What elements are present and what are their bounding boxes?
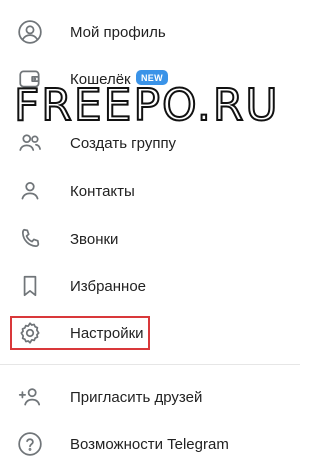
wallet-icon xyxy=(16,65,44,93)
menu-divider xyxy=(0,364,300,365)
phone-icon xyxy=(16,225,44,253)
menu-item-telegram-features[interactable]: Возможности Telegram xyxy=(0,422,300,466)
menu-item-label: Кошелёк xyxy=(70,70,131,88)
bookmark-icon xyxy=(16,272,44,300)
menu-item-invite-friends[interactable]: Пригласить друзей xyxy=(0,375,300,419)
side-menu: Мой профиль Кошелёк NEW Создать группу К… xyxy=(0,0,300,471)
new-badge: NEW xyxy=(136,70,168,85)
menu-item-contacts[interactable]: Контакты xyxy=(0,169,300,213)
menu-item-label: Возможности Telegram xyxy=(70,435,229,453)
menu-item-create-group[interactable]: Создать группу xyxy=(0,121,300,165)
group-icon xyxy=(16,129,44,157)
help-icon xyxy=(16,430,44,458)
menu-item-label: Контакты xyxy=(70,182,135,200)
menu-item-my-profile[interactable]: Мой профиль xyxy=(0,10,300,54)
menu-item-label: Избранное xyxy=(70,277,147,295)
menu-item-wallet[interactable]: Кошелёк NEW xyxy=(0,57,300,101)
menu-item-calls[interactable]: Звонки xyxy=(0,217,300,261)
settings-highlight-frame xyxy=(10,316,150,350)
menu-item-label: Звонки xyxy=(70,230,119,248)
add-user-icon xyxy=(16,383,44,411)
menu-item-saved-messages[interactable]: Избранное xyxy=(0,264,300,308)
contacts-icon xyxy=(16,177,44,205)
menu-item-label: Пригласить друзей xyxy=(70,388,203,406)
menu-item-label: Создать группу xyxy=(70,134,177,152)
profile-icon xyxy=(16,18,44,46)
menu-item-label: Мой профиль xyxy=(70,23,166,41)
